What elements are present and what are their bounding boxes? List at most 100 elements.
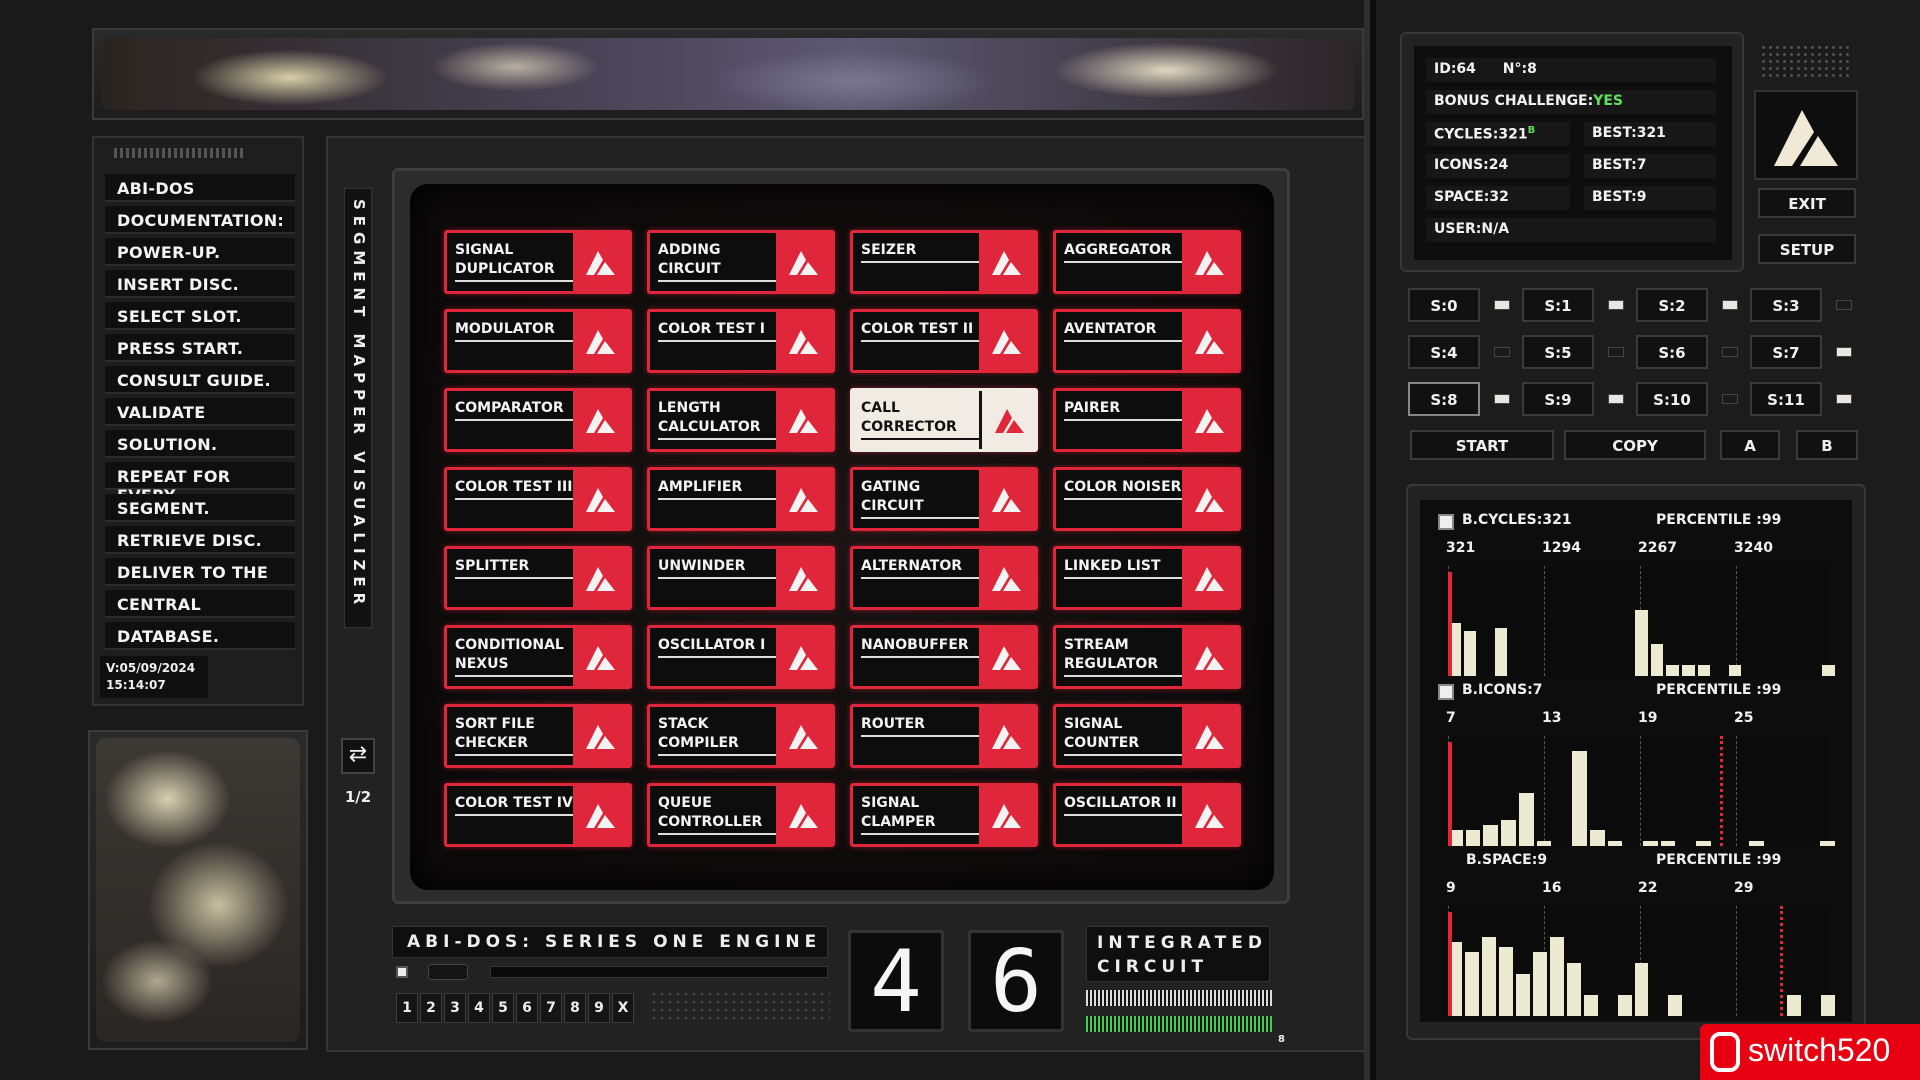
tile-nanobuffer[interactable]: NANOBUFFER (850, 625, 1038, 689)
abi-logo-icon (992, 251, 1021, 275)
tile-router[interactable]: ROUTER (850, 704, 1038, 768)
slot-button[interactable]: S:3 (1750, 288, 1822, 322)
tile-linked-list[interactable]: LINKED LIST (1053, 546, 1241, 610)
engine-banner: ABI-DOS: SERIES ONE ENGINE (392, 926, 828, 958)
menu-item: DELIVER TO THE (105, 558, 295, 586)
a-button[interactable]: A (1720, 430, 1780, 460)
slot-button[interactable]: S:2 (1636, 288, 1708, 322)
slot-button[interactable]: S:5 (1522, 335, 1594, 369)
histogram-bar (1515, 973, 1530, 1016)
tile-oscillator-i[interactable]: OSCILLATOR I (647, 625, 835, 689)
number-key[interactable]: 9 (588, 993, 610, 1023)
histogram-title: B.ICONS:7 (1462, 682, 1543, 698)
tile-signal-counter[interactable]: SIGNAL COUNTER (1053, 704, 1241, 768)
speaker-grille (650, 990, 830, 1024)
tile-conditional-nexus[interactable]: CONDITIONAL NEXUS (444, 625, 632, 689)
slot-button[interactable]: S:6 (1636, 335, 1708, 369)
abi-logo-icon (992, 646, 1021, 670)
tile-sort-file-checker[interactable]: SORT FILE CHECKER (444, 704, 632, 768)
tile-length-calculator[interactable]: LENGTH CALCULATOR (647, 388, 835, 452)
tile-logo (573, 786, 629, 844)
slot-button[interactable]: S:4 (1408, 335, 1480, 369)
number-key[interactable]: 5 (492, 993, 514, 1023)
tile-logo (776, 628, 832, 686)
number-key[interactable]: 2 (420, 993, 442, 1023)
slot-led (1494, 300, 1510, 310)
tile-color-test-iii[interactable]: COLOR TEST III (444, 467, 632, 531)
tile-comparator[interactable]: COMPARATOR (444, 388, 632, 452)
tile-signal-duplicator[interactable]: SIGNAL DUPLICATOR (444, 230, 632, 294)
number-key[interactable]: 8 (564, 993, 586, 1023)
exit-button[interactable]: EXIT (1758, 188, 1856, 218)
slot-button[interactable]: S:1 (1522, 288, 1594, 322)
b-button[interactable]: B (1796, 430, 1858, 460)
histogram-bar (1650, 644, 1664, 676)
slot-button[interactable]: S:11 (1750, 382, 1822, 416)
digit-display-2: 6 (968, 930, 1064, 1032)
histogram-bar (1666, 665, 1679, 676)
number-key[interactable]: 6 (516, 993, 538, 1023)
tile-pairer[interactable]: PAIRER (1053, 388, 1241, 452)
histogram-bar (1635, 610, 1648, 676)
tile-amplifier[interactable]: AMPLIFIER (647, 467, 835, 531)
slot-button[interactable]: S:7 (1750, 335, 1822, 369)
slot-button[interactable]: S:0 (1408, 288, 1480, 322)
slot-button[interactable]: S:10 (1636, 382, 1708, 416)
histogram-bar (1481, 936, 1496, 1016)
vertical-title-strip: SEGMENT MAPPER VISUALIZER (344, 188, 372, 628)
percentile-label: PERCENTILE :99 (1656, 682, 1782, 698)
tile-seizer[interactable]: SEIZER (850, 230, 1038, 294)
menu-item: INSERT DISC. (105, 270, 295, 298)
grid-line (1640, 736, 1641, 846)
tile-logo (776, 786, 832, 844)
histogram-bar (1821, 994, 1835, 1016)
tile-adding-circuit[interactable]: ADDING CIRCUIT (647, 230, 835, 294)
number-key[interactable]: 1 (396, 993, 418, 1023)
tile-alternator[interactable]: ALTERNATOR (850, 546, 1038, 610)
slot-led (1608, 347, 1624, 357)
histogram-bar (1549, 936, 1564, 1016)
tick-label: 25 (1734, 710, 1754, 726)
slot-led (1836, 300, 1852, 310)
slot-led (1722, 347, 1738, 357)
tile-label: COMPARATOR (455, 399, 573, 421)
cycles-suffix: B (1527, 125, 1536, 136)
copy-button[interactable]: COPY (1564, 430, 1706, 460)
tile-color-test-iv[interactable]: COLOR TEST IV (444, 783, 632, 847)
histogram-bar (1668, 994, 1683, 1016)
tile-stream-regulator[interactable]: STREAM REGULATOR (1053, 625, 1241, 689)
number-key[interactable]: 7 (540, 993, 562, 1023)
small-switch[interactable] (428, 964, 468, 980)
tile-oscillator-ii[interactable]: OSCILLATOR II (1053, 783, 1241, 847)
tile-aventator[interactable]: AVENTATOR (1053, 309, 1241, 373)
tile-gating-circuit[interactable]: GATING CIRCUIT (850, 467, 1038, 531)
tile-queue-controller[interactable]: QUEUE CONTROLLER (647, 783, 835, 847)
number-key[interactable]: 3 (444, 993, 466, 1023)
start-button[interactable]: START (1410, 430, 1554, 460)
tile-splitter[interactable]: SPLITTER (444, 546, 632, 610)
tile-aggregator[interactable]: AGGREGATOR (1053, 230, 1241, 294)
tile-stack-compiler[interactable]: STACK COMPILER (647, 704, 835, 768)
tile-signal-clamper[interactable]: SIGNAL CLAMPER (850, 783, 1038, 847)
setup-button[interactable]: SETUP (1758, 234, 1856, 264)
number-key[interactable]: 4 (468, 993, 490, 1023)
histogram-bar (1728, 665, 1742, 676)
tile-label: LENGTH CALCULATOR (658, 399, 776, 440)
abi-logo-icon (789, 804, 818, 828)
number-key[interactable]: X (612, 993, 634, 1023)
tile-color-test-i[interactable]: COLOR TEST I (647, 309, 835, 373)
best-icons: BEST:7 (1584, 154, 1716, 178)
slot-led (1608, 300, 1624, 310)
cycles-value: CYCLES:321 (1434, 126, 1528, 143)
tile-unwinder[interactable]: UNWINDER (647, 546, 835, 610)
tile-call-corrector[interactable]: CALL CORRECTOR (850, 388, 1038, 452)
grid-line (1544, 566, 1545, 676)
tile-label: ALTERNATOR (861, 557, 979, 579)
tile-logo (776, 707, 832, 765)
swap-page-button[interactable]: ⇄ (341, 738, 375, 774)
tile-color-noiser[interactable]: COLOR NOISER (1053, 467, 1241, 531)
slot-button[interactable]: S:8 (1408, 382, 1480, 416)
tile-color-test-ii[interactable]: COLOR TEST II (850, 309, 1038, 373)
tile-modulator[interactable]: MODULATOR (444, 309, 632, 373)
slot-button[interactable]: S:9 (1522, 382, 1594, 416)
